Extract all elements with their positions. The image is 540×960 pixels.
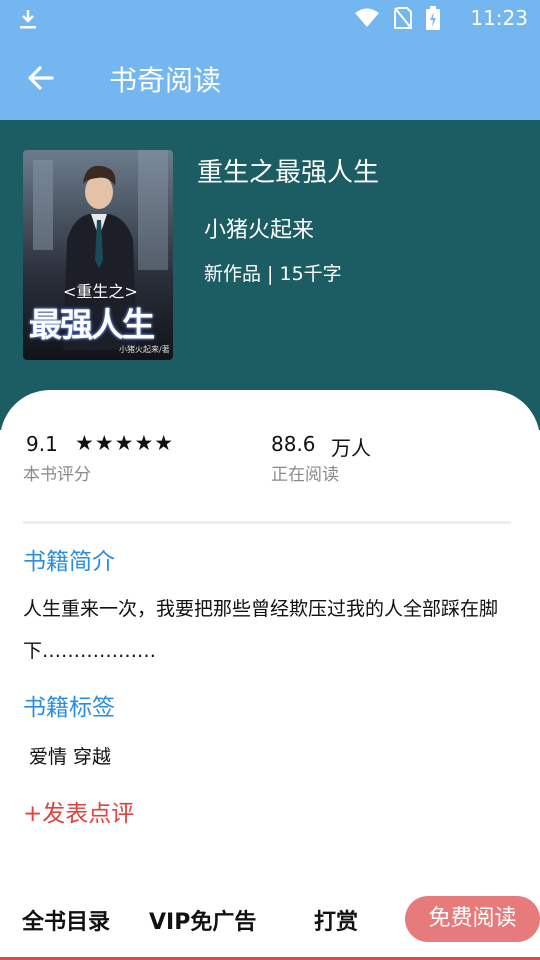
page-title: 书奇阅读 <box>109 64 222 97</box>
app-bar: 书奇阅读 <box>0 36 540 120</box>
wifi-icon <box>355 8 379 27</box>
divider <box>23 521 511 524</box>
status-time: 11:23 <box>470 6 528 30</box>
status-icons <box>354 6 440 30</box>
readers-unit: 万人 <box>331 436 371 460</box>
cover-text-main: 最强人生 <box>29 305 155 344</box>
bottom-action-bar: 全书目录 VIP免广告 打赏 免费阅读 <box>0 880 540 960</box>
tags-list: 爱情 穿越 <box>29 746 112 768</box>
book-cover[interactable]: <重生之> 最强人生 小猪火起来/著 <box>23 150 173 360</box>
back-arrow-icon[interactable] <box>22 62 62 94</box>
intro-heading: 书籍简介 <box>23 549 115 575</box>
rating-label: 本书评分 <box>23 465 91 485</box>
download-icon <box>20 10 36 29</box>
book-author[interactable]: 小猪火起来 <box>204 212 314 244</box>
book-title: 重生之最强人生 <box>197 158 380 188</box>
book-header: <重生之> 最强人生 小猪火起来/著 重生之最强人生 小猪火起来 新作品 | 1… <box>0 120 540 430</box>
intro-text: 人生重来一次，我要把那些曾经欺压过我的人全部踩在脚下……………… <box>23 598 499 662</box>
tags-heading: 书籍标签 <box>23 695 115 721</box>
no-sim-icon <box>394 7 412 29</box>
free-read-button[interactable]: 免费阅读 <box>405 896 540 942</box>
status-bar: 11:23 <box>0 0 540 36</box>
vip-ad-free-button[interactable]: VIP免广告 <box>149 904 256 936</box>
readers-count: 88.6 <box>271 432 316 456</box>
book-meta: 新作品 | 15千字 <box>204 263 342 285</box>
rating-stars: ★★★★★ <box>75 431 175 455</box>
battery-charging-icon <box>426 6 440 30</box>
book-detail-card: 9.1 ★★★★★ 本书评分 88.6 万人 正在阅读 书籍简介 人生重来一次，… <box>0 390 540 960</box>
rating-value: 9.1 <box>26 432 58 456</box>
write-review-button[interactable]: +发表点评 <box>23 794 134 828</box>
cover-text-small: 小猪火起来/著 <box>119 345 170 354</box>
readers-label: 正在阅读 <box>271 465 339 485</box>
reward-button[interactable]: 打赏 <box>314 904 358 936</box>
catalog-button[interactable]: 全书目录 <box>22 904 110 936</box>
